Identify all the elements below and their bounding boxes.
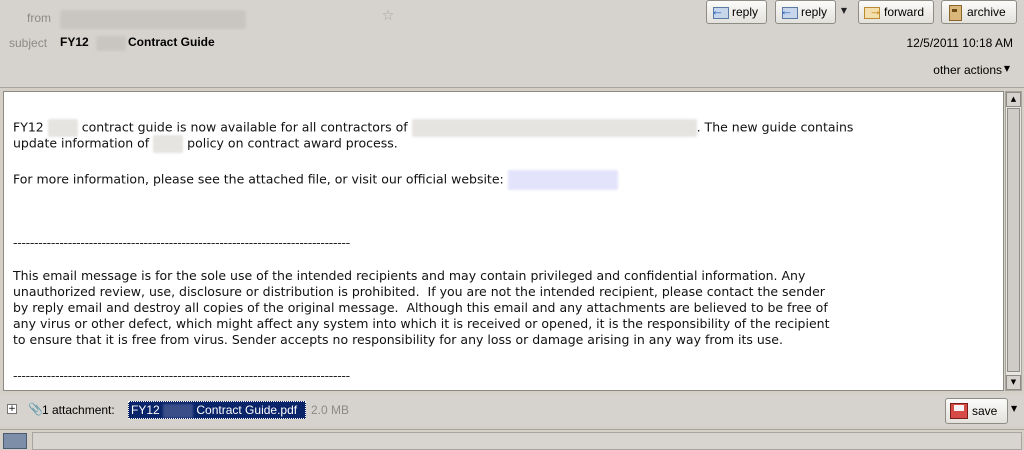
save-menu-arrow-icon[interactable]: ▼ (1011, 404, 1017, 413)
attachment-file[interactable]: FY12 Contract Guide.pdf (128, 401, 306, 419)
archive-button[interactable]: archive (941, 0, 1017, 24)
archive-icon (946, 4, 964, 21)
redacted-text (163, 403, 194, 418)
status-field (32, 432, 1022, 450)
disclaimer-line: by reply email and destroy all copies of… (13, 300, 828, 315)
subject-redacted (96, 36, 126, 51)
body-text: policy on contract award process. (187, 135, 398, 151)
reply-label: reply (732, 5, 759, 19)
paperclip-icon: 📎 (28, 402, 43, 416)
forward-button[interactable]: forward (858, 0, 934, 24)
reply-button[interactable]: reply (706, 0, 767, 24)
disclaimer-line: to ensure that it is free from virus. Se… (13, 332, 783, 347)
disclaimer-line: unauthorized review, use, disclosure or … (13, 284, 825, 299)
status-bar (0, 429, 1024, 450)
disclaimer-line: This email message is for the sole use o… (13, 268, 806, 283)
body-text: FY12 (13, 119, 44, 135)
body-text: update information of (13, 135, 150, 151)
from-value-redacted (60, 10, 246, 29)
forward-icon (863, 3, 882, 20)
website-link-redacted[interactable] (507, 170, 618, 190)
save-label: save (972, 404, 998, 418)
scrollbar-thumb[interactable] (1007, 108, 1020, 372)
reply-all-label: reply (801, 5, 828, 19)
attachment-size: 2.0 MB (311, 403, 350, 417)
disclaimer-line: any virus or other defect, which might a… (13, 316, 830, 331)
attachment-name-suffix: Contract Guide.pdf (196, 403, 298, 417)
body-paragraph-1-line-2: update information of policy on contract… (13, 135, 398, 153)
from-label: from (27, 11, 51, 25)
vertical-scrollbar[interactable]: ▲ ▼ (1005, 91, 1022, 391)
message-body: FY12 contract guide is now available for… (3, 91, 1004, 391)
message-header: from ☆ subject FY12 Contract Guide reply… (0, 0, 1024, 88)
reply-all-icon (780, 3, 798, 20)
save-disk-icon (950, 403, 968, 419)
reply-icon (711, 3, 729, 20)
subject-suffix: Contract Guide (128, 35, 215, 49)
status-icon (3, 433, 27, 449)
body-text: For more information, please see the att… (13, 171, 504, 187)
redacted-text (411, 119, 697, 137)
attachment-bar: + 📎 1 attachment: FY12 Contract Guide.pd… (0, 394, 1024, 426)
body-paragraph-2: For more information, please see the att… (13, 170, 618, 190)
redacted-text (153, 135, 184, 153)
save-attachment-button[interactable]: save (945, 398, 1008, 424)
body-text: . The new guide contains (696, 119, 854, 135)
subject-label: subject (9, 36, 48, 50)
forward-label: forward (884, 5, 925, 19)
other-actions-arrow-icon[interactable]: ▼ (1004, 64, 1010, 73)
attachment-name-prefix: FY12 (131, 403, 160, 417)
message-date: 12/5/2011 10:18 AM (906, 36, 1013, 50)
archive-label: archive (967, 5, 1006, 19)
separator-line: ----------------------------------------… (13, 235, 350, 250)
scroll-up-icon[interactable]: ▲ (1006, 92, 1021, 107)
attachment-count: 1 attachment: (42, 403, 115, 417)
expand-attachments-icon[interactable]: + (7, 404, 17, 414)
star-icon[interactable]: ☆ (380, 8, 396, 24)
other-actions-menu[interactable]: other actions (933, 63, 1002, 77)
reply-all-button[interactable]: reply (775, 0, 836, 24)
separator-line: ----------------------------------------… (13, 368, 350, 383)
reply-menu-arrow-icon[interactable]: ▼ (838, 0, 850, 24)
body-text: contract guide is now available for all … (81, 119, 408, 135)
subject-prefix: FY12 (60, 35, 89, 49)
scroll-down-icon[interactable]: ▼ (1006, 375, 1021, 390)
